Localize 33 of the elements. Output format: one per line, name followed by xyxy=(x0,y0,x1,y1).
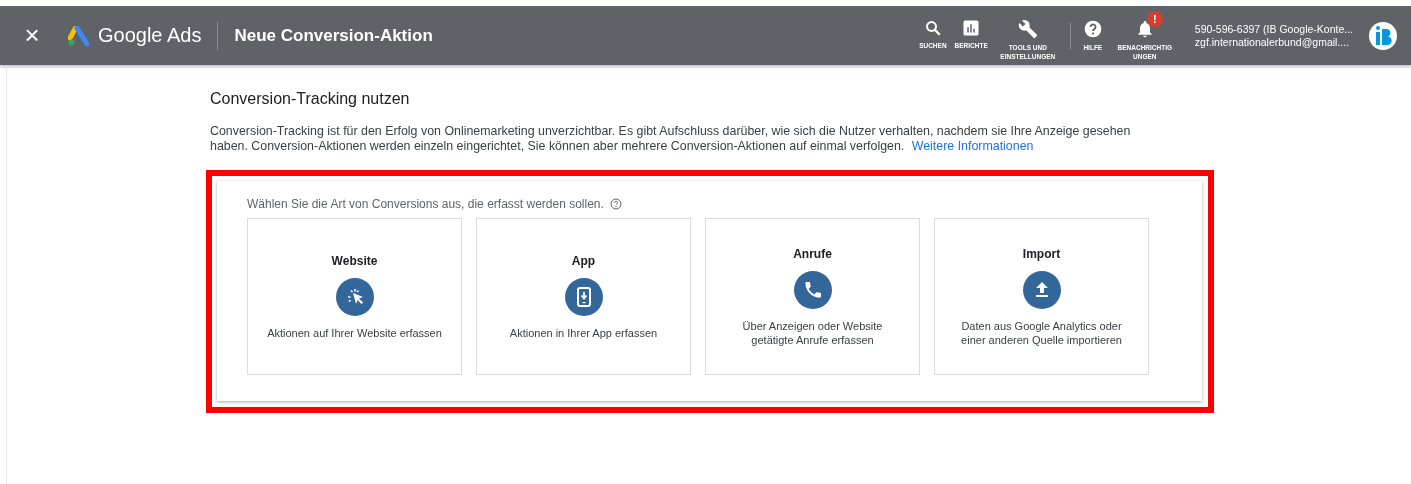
phone-download-icon xyxy=(564,277,603,316)
cursor-click-icon xyxy=(335,277,374,316)
search-icon xyxy=(923,18,942,37)
close-button[interactable]: × xyxy=(22,20,42,51)
section-heading: Conversion-Tracking nutzen xyxy=(210,90,411,108)
phone-icon xyxy=(793,270,832,309)
avatar[interactable] xyxy=(1369,21,1397,50)
help-icon xyxy=(1082,18,1103,39)
conversion-type-option[interactable]: Import Daten aus Google Analytics oder einer anderen Quelle importieren xyxy=(934,218,1149,375)
alert-badge: ! xyxy=(1146,10,1163,27)
option-description: Aktionen auf Ihrer Website erfassen xyxy=(267,325,442,340)
conversion-type-option[interactable]: App Aktionen in Ihrer App erfassen xyxy=(476,218,691,375)
prompt-text: Wählen Sie die Art von Conversions aus, die erfasst werden sollen. xyxy=(247,197,604,211)
option-title: Import xyxy=(1022,246,1061,261)
account-name: 590-596-6397 (IB Google-Konte... xyxy=(1194,22,1353,36)
option-title: Anrufe xyxy=(793,246,832,261)
logo-icon xyxy=(68,25,90,46)
option-title: Website xyxy=(331,253,378,268)
option-description: Über Anzeigen oder Website getätigte Anrufe erfassen xyxy=(741,318,884,347)
product-name: Google Ads xyxy=(98,24,202,47)
bar-chart-icon xyxy=(962,18,981,37)
account-email: zgf.internationalerbund@gmail.... xyxy=(1194,35,1351,49)
upload-icon xyxy=(1022,270,1061,309)
help-icon[interactable] xyxy=(609,198,622,210)
option-description: Daten aus Google Analytics oder einer anderen Quelle importieren xyxy=(960,318,1123,347)
intro-paragraph: Conversion-Tracking ist für den Erfolg von Onlinemarketing unverzichtbar. Es gibt Aufschluss darüber, wie sich die Nutzer verhalten, nachdem sie Ihre Anzeige gesehen haben. Conversion-Aktionen werden einzeln eingerichtet, Sie können aber mehrere Conversion-Aktionen auf einmal verfolgen. Weitere Informationen xyxy=(210,124,1132,154)
wrench-icon xyxy=(1017,18,1038,39)
option-title: App xyxy=(571,253,596,268)
more-info-link[interactable]: Weitere Informationen xyxy=(911,139,1034,153)
conversion-type-option[interactable]: Website Aktionen auf Ihrer Website erfassen xyxy=(247,218,462,375)
page-title: Neue Conversion-Aktion xyxy=(234,25,433,46)
option-description: Aktionen in Ihrer App erfassen xyxy=(509,325,658,340)
conversion-type-option[interactable]: Anrufe Über Anzeigen oder Website getätigte Anrufe erfassen xyxy=(705,218,920,375)
